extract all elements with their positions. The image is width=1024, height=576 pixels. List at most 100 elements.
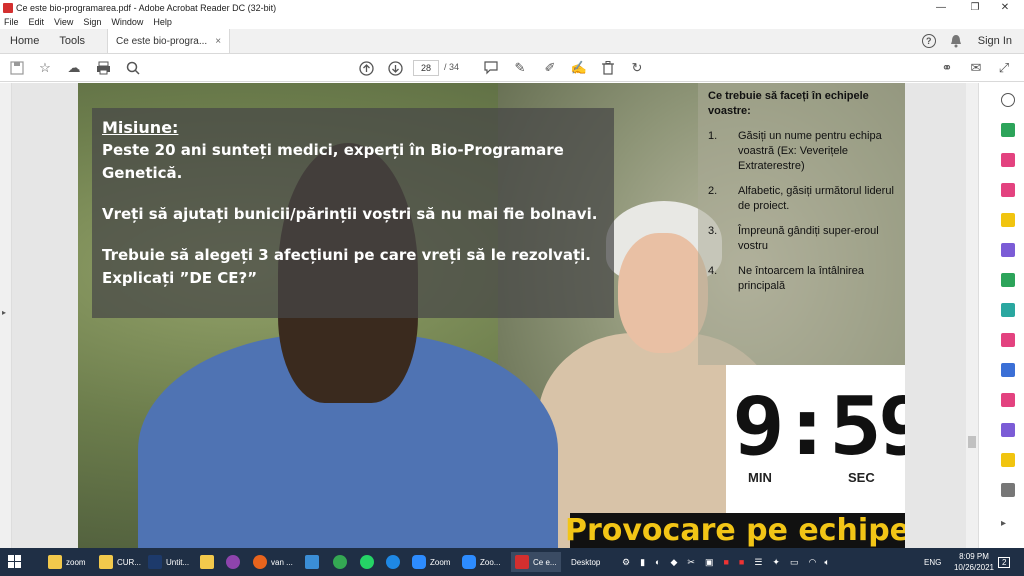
taskbar-item[interactable]: CUR... [99,552,141,572]
tray-icon[interactable]: ◐ [655,557,660,567]
tray-icons[interactable]: ⚙ ▮ ◐ ◆ ✂ ▣ ■ ■ ☰ ✦ ▭ ◠ 🔈︎ [622,552,830,572]
more-tools-icon[interactable] [1001,483,1015,497]
taskbar-item-label: Untit... [166,557,190,567]
taskbar-item[interactable]: Zoom [412,552,450,572]
bookmark-star-icon[interactable]: ☆ [37,60,53,76]
menu-window[interactable]: Window [111,17,143,27]
tray-icon[interactable]: ▮ [640,557,645,568]
collapse-panel-icon[interactable]: ▸ [1001,518,1015,532]
tray-icon[interactable]: ■ [723,557,728,567]
combine-files-icon[interactable] [1001,243,1015,257]
tray-icon[interactable]: ✂ [687,557,695,568]
tab-document-label: Ce este bio-progra... [116,35,208,47]
edit-pdf-icon[interactable] [1001,183,1015,197]
zoom-tool-icon[interactable] [1001,93,1015,107]
menu-sign[interactable]: Sign [83,17,101,27]
create-pdf-icon[interactable] [1001,153,1015,167]
tray-icon[interactable]: ▭ [790,557,799,568]
left-panel-strip[interactable]: ▸ [0,83,12,548]
previous-page-icon[interactable] [358,60,374,76]
taskbar-item[interactable] [333,552,351,572]
taskbar-item[interactable] [360,552,378,572]
taskbar-item[interactable] [200,552,218,572]
wifi-icon[interactable]: ◠ [808,557,816,568]
comment-icon[interactable] [483,60,499,76]
print-icon[interactable] [95,60,111,76]
export-pdf-icon[interactable] [1001,123,1015,137]
tray-icon[interactable]: ☰ [754,557,762,568]
bell-icon[interactable] [950,34,962,48]
tray-icon[interactable]: ▣ [705,557,714,568]
tab-tools[interactable]: Tools [49,29,95,53]
menu-bar: File Edit View Sign Window Help [0,15,1024,29]
timer-min-label: MIN [748,470,772,485]
taskbar: zoom CUR... Untit... van ... Zoom Zoo...… [0,548,1024,576]
taskbar-item-label: Ce e... [533,557,557,567]
menu-file[interactable]: File [4,17,19,27]
notifications-button[interactable]: 2 [998,552,1011,572]
mail-icon[interactable]: ✉ [968,60,984,76]
system-clock[interactable]: 8:09 PM 10/26/2021 [954,551,994,573]
notification-count: 2 [998,556,1011,568]
instruction-text: Ne întoarcem la întâlnirea principală [738,265,864,292]
folder-icon [99,555,113,569]
next-page-icon[interactable] [387,60,403,76]
request-signature-icon[interactable] [1001,453,1015,467]
tray-icon[interactable]: ⚙ [622,557,630,568]
tab-home[interactable]: Home [0,29,49,53]
taskbar-item[interactable]: zoom [48,552,86,572]
clock-date: 10/26/2021 [953,563,994,572]
tray-icon[interactable]: ◆ [670,557,677,568]
minimize-button[interactable]: — [926,0,956,15]
fill-sign-tool-icon[interactable] [1001,423,1015,437]
menu-help[interactable]: Help [153,17,172,27]
page-number-input[interactable]: 28 [413,60,439,76]
link-edit-icon[interactable]: ⚭ [939,60,955,76]
taskbar-item[interactable] [386,552,404,572]
save-icon[interactable] [9,60,25,76]
pdf-slide: Misiune: Peste 20 ani sunteți medici, ex… [78,83,905,548]
scan-ocr-icon[interactable] [1001,393,1015,407]
menu-view[interactable]: View [54,17,73,27]
fit-page-icon[interactable]: ⤢ [996,60,1012,76]
taskbar-item[interactable]: van ... [253,552,293,572]
help-icon[interactable]: ? [921,34,936,48]
organize-pages-icon[interactable] [1001,273,1015,287]
maximize-button[interactable]: ❐ [960,0,990,15]
tray-icon[interactable]: ■ [739,557,744,567]
sign-in-link[interactable]: Sign In [978,35,1012,47]
upload-cloud-icon[interactable]: ☁ [66,60,82,76]
close-window-button[interactable]: ✕ [990,0,1020,15]
compress-pdf-icon[interactable] [1001,303,1015,317]
vertical-scrollbar[interactable] [966,83,978,548]
taskbar-item[interactable] [226,552,244,572]
menu-edit[interactable]: Edit [29,17,45,27]
fill-sign-icon[interactable]: ✍ [571,60,587,76]
highlight-pen-icon[interactable]: ✎ [512,60,528,76]
delete-icon[interactable] [600,60,616,76]
taskbar-item-label: van ... [271,557,293,567]
language-label: ENG [924,557,942,567]
redact-icon[interactable] [1001,333,1015,347]
close-tab-icon[interactable]: × [215,36,221,47]
timer-sec-label: SEC [848,470,875,485]
comment-tool-icon[interactable] [1001,213,1015,227]
windows-icon [8,555,21,568]
tab-document[interactable]: Ce este bio-progra... × [107,29,231,53]
draw-icon[interactable]: ✐ [542,60,558,76]
taskbar-item[interactable] [305,552,323,572]
taskbar-item[interactable]: Untit... [148,552,189,572]
start-button[interactable] [8,552,22,572]
language-indicator[interactable]: ENG [924,552,941,572]
protect-icon[interactable] [1001,363,1015,377]
taskbar-item[interactable]: Zoo... [462,552,500,572]
scrollbar-thumb[interactable] [968,436,976,448]
zoom-search-icon[interactable] [125,60,141,76]
taskbar-item-active[interactable]: Ce e... [511,552,561,572]
expand-left-panel-icon[interactable]: ▸ [2,308,6,317]
rotate-icon[interactable]: ↻ [629,60,645,76]
desktop-toolbar[interactable]: Desktop [571,552,600,572]
document-view[interactable]: Misiune: Peste 20 ani sunteți medici, ex… [12,83,966,548]
volume-icon[interactable]: 🔈︎ [824,557,829,568]
tray-icon[interactable]: ✦ [772,557,780,568]
